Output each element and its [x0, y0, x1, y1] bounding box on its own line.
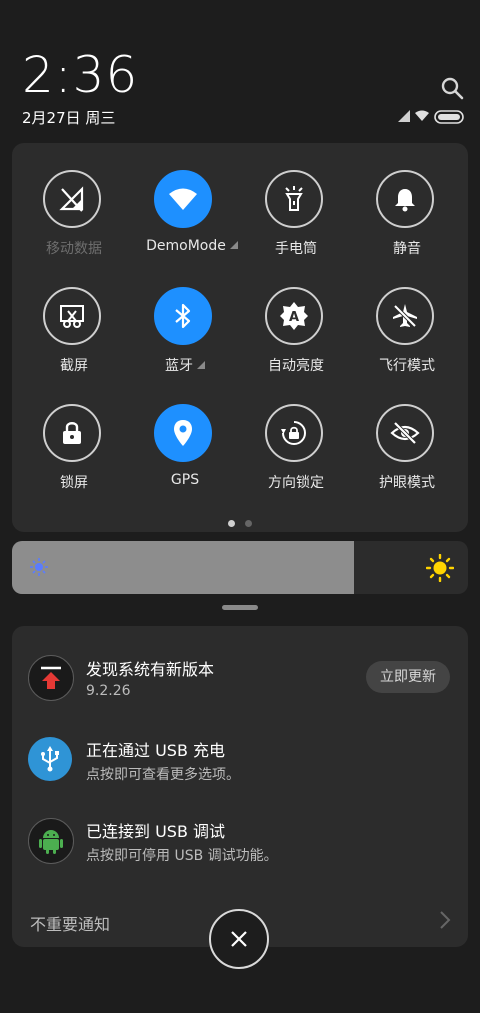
tile-lock-screen[interactable]: 锁屏	[19, 404, 129, 504]
status-icons	[396, 108, 466, 126]
svg-text:A: A	[289, 310, 299, 325]
page-dot	[245, 520, 252, 527]
notification-subtitle: 点按即可停用 USB 调试功能。	[86, 848, 278, 864]
sun-large-icon	[425, 553, 455, 583]
page-indicator	[226, 520, 256, 528]
tile-label: 护眼模式	[379, 475, 435, 491]
notification-panel: 发现系统有新版本 9.2.26 立即更新 正在通过 USB 充电 点按即可查看更…	[12, 626, 468, 947]
tile-label: 蓝牙	[165, 358, 193, 374]
date-label: 2月27日 周三	[22, 109, 116, 127]
tile-label: 飞行模式	[379, 358, 435, 374]
location-pin-icon	[154, 404, 212, 462]
tile-label: 静音	[393, 241, 421, 257]
tile-eye-protection[interactable]: 护眼模式	[352, 404, 462, 504]
drag-handle[interactable]	[222, 605, 258, 610]
tile-label: 方向锁定	[268, 475, 324, 491]
tile-screenshot[interactable]: 截屏	[19, 287, 129, 387]
lock-icon	[43, 404, 101, 462]
signal-icon	[398, 110, 410, 122]
sun-small-icon	[30, 558, 48, 576]
notification-title: 正在通过 USB 充电	[86, 741, 226, 760]
tile-bluetooth[interactable]: 蓝牙	[130, 287, 240, 387]
notification-subtitle: 点按即可查看更多选项。	[86, 767, 240, 783]
notification-subtitle: 9.2.26	[86, 683, 131, 699]
flashlight-icon	[265, 170, 323, 228]
tile-label: 手电筒	[275, 241, 317, 257]
tile-wifi[interactable]: DemoMode	[130, 170, 240, 270]
system-update-icon	[28, 655, 74, 701]
search-icon[interactable]	[440, 76, 464, 100]
tile-label: 自动亮度	[268, 358, 324, 374]
tile-mobile-data[interactable]: 移动数据	[19, 170, 129, 270]
unimportant-notifications-link[interactable]: 不重要通知	[30, 911, 110, 935]
tile-label: 截屏	[60, 358, 88, 374]
eye-off-icon	[376, 404, 434, 462]
tile-flashlight[interactable]: 手电筒	[241, 170, 351, 270]
battery-icon	[434, 110, 464, 124]
airplane-off-icon	[376, 287, 434, 345]
chevron-right-icon[interactable]	[438, 910, 452, 930]
tile-auto-brightness[interactable]: A 自动亮度	[241, 287, 351, 387]
close-button[interactable]	[209, 909, 269, 969]
clock: 2:36	[22, 46, 139, 104]
brightness-slider[interactable]	[12, 541, 468, 594]
bell-icon	[376, 170, 434, 228]
tile-label: GPS	[170, 472, 200, 488]
submenu-indicator-icon	[229, 241, 238, 249]
tile-airplane[interactable]: 飞行模式	[352, 287, 462, 387]
notification-title: 已连接到 USB 调试	[86, 822, 226, 841]
rotation-lock-icon	[265, 404, 323, 462]
android-icon	[28, 818, 74, 864]
tile-label: 锁屏	[60, 475, 88, 491]
tile-silent[interactable]: 静音	[352, 170, 462, 270]
mobile-data-off-icon	[43, 170, 101, 228]
quick-settings-panel: 移动数据 DemoMode 手电筒 静音 截屏 蓝牙 A 自动亮度 飞行模式 锁…	[12, 143, 468, 532]
brightness-fill	[12, 541, 354, 594]
screenshot-icon	[43, 287, 101, 345]
page-dot-active	[228, 520, 235, 527]
tile-label: 移动数据	[46, 241, 102, 257]
wifi-icon	[154, 170, 212, 228]
auto-brightness-icon: A	[265, 287, 323, 345]
tile-label: DemoMode	[146, 238, 226, 254]
tile-rotation-lock[interactable]: 方向锁定	[241, 404, 351, 504]
close-icon	[231, 931, 247, 947]
update-now-button[interactable]: 立即更新	[366, 661, 450, 693]
tile-gps[interactable]: GPS	[130, 404, 240, 504]
wifi-status-icon	[415, 110, 429, 121]
usb-icon	[28, 737, 72, 781]
bluetooth-icon	[154, 287, 212, 345]
submenu-indicator-icon	[197, 361, 205, 369]
notification-title: 发现系统有新版本	[86, 660, 215, 679]
